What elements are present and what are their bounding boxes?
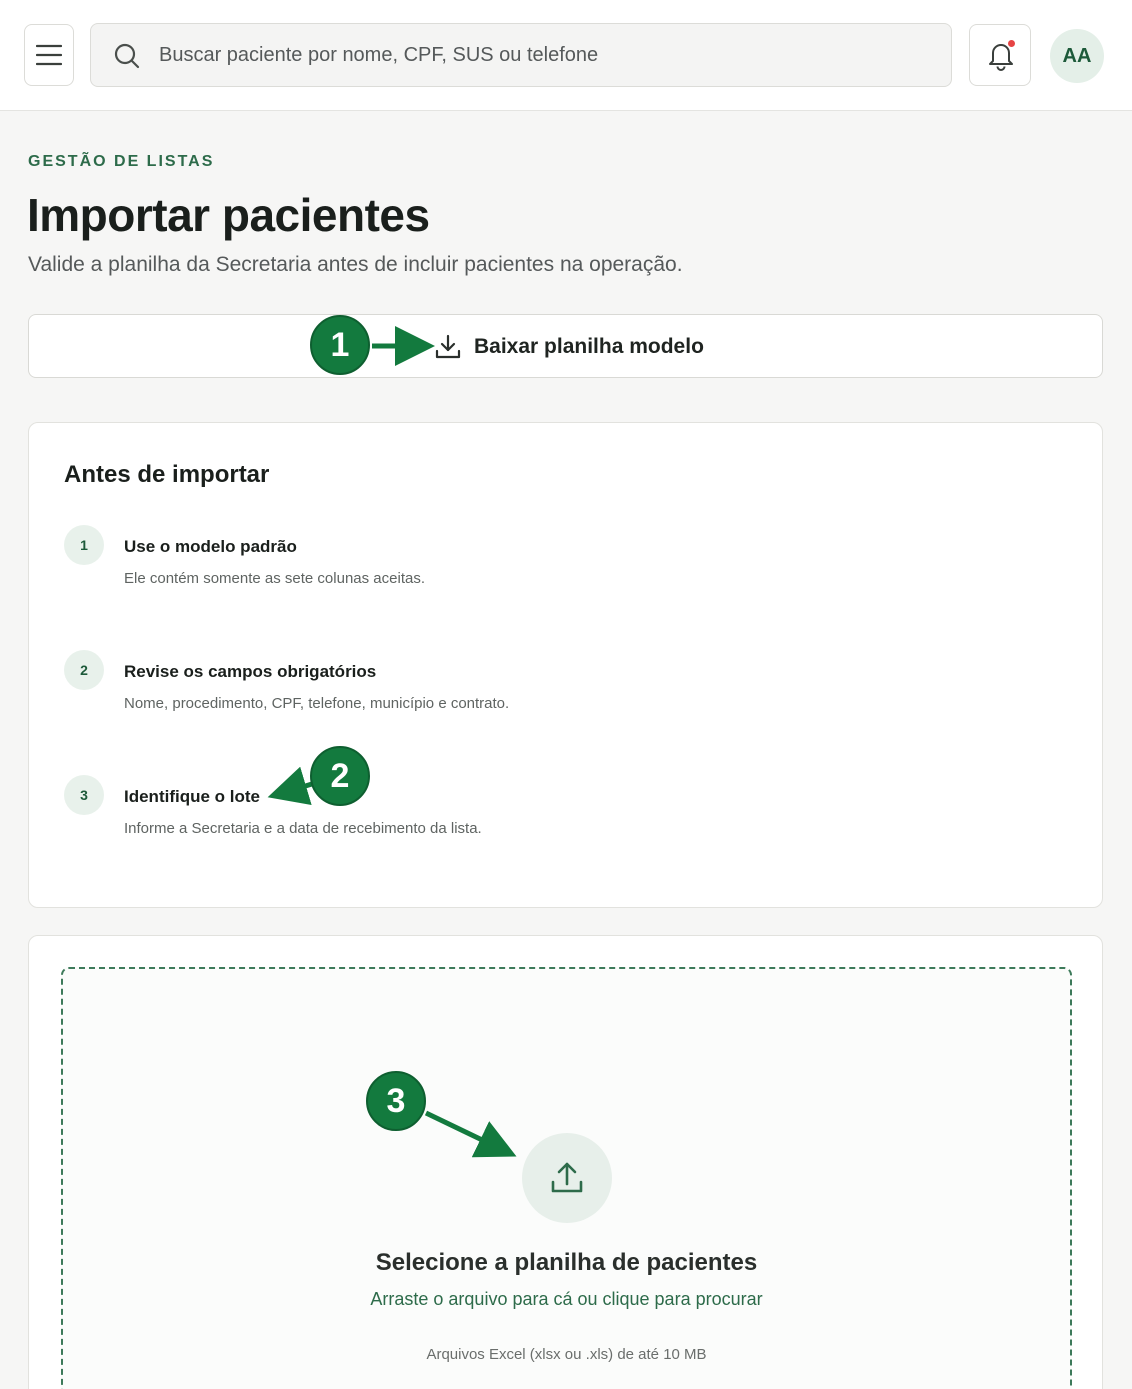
step-title: Identifique o lote bbox=[124, 787, 260, 806]
download-icon bbox=[435, 334, 461, 359]
annotation-badge-1: 1 bbox=[310, 315, 370, 375]
step-description: Informe a Secretaria e a data de recebim… bbox=[124, 820, 482, 837]
annotation-badge-2: 2 bbox=[310, 746, 370, 806]
upload-icon bbox=[551, 1162, 583, 1193]
step-number: 2 bbox=[64, 650, 104, 690]
step-description: Nome, procedimento, CPF, telefone, munic… bbox=[124, 695, 510, 712]
step-number: 1 bbox=[64, 525, 104, 565]
before-import-title: Antes de importar bbox=[64, 461, 270, 488]
before-import-card: Antes de importar 1 Use o modelo padrão … bbox=[28, 422, 1103, 908]
download-template-button[interactable]: Baixar planilha modelo bbox=[28, 314, 1103, 378]
upload-hint: Arquivos Excel (xlsx ou .xls) de até 10 … bbox=[426, 1346, 707, 1363]
step-item: 2 Revise os campos obrigatórios Nome, pr… bbox=[64, 650, 1064, 720]
upload-button[interactable] bbox=[522, 1133, 612, 1223]
page-title: Importar pacientes bbox=[27, 189, 430, 241]
annotation-badge-3: 3 bbox=[366, 1071, 426, 1131]
upload-title: Selecione a planilha de pacientes bbox=[375, 1249, 758, 1276]
notifications-button[interactable] bbox=[969, 24, 1031, 86]
browse-files-link[interactable]: Arraste o arquivo para cá ou clique para… bbox=[63, 1289, 1070, 1310]
search-box[interactable] bbox=[90, 23, 952, 87]
notification-dot bbox=[1008, 40, 1015, 47]
step-title: Revise os campos obrigatórios bbox=[124, 662, 377, 681]
step-item: 3 Identifique o lote Informe a Secretari… bbox=[64, 775, 1064, 845]
download-template-label: Baixar planilha modelo bbox=[474, 335, 704, 358]
menu-button[interactable] bbox=[24, 24, 74, 86]
user-avatar[interactable]: AA bbox=[1050, 29, 1104, 83]
search-input[interactable] bbox=[159, 24, 929, 86]
hamburger-menu-icon bbox=[36, 44, 62, 66]
upload-card: Selecione a planilha de pacientes Arrast… bbox=[28, 935, 1103, 1389]
section-eyebrow: GESTÃO DE LISTAS bbox=[28, 153, 215, 170]
step-description: Ele contém somente as sete colunas aceit… bbox=[124, 570, 425, 587]
search-icon bbox=[114, 43, 140, 69]
file-dropzone[interactable]: Selecione a planilha de pacientes Arrast… bbox=[61, 967, 1072, 1389]
page-subtitle: Valide a planilha da Secretaria antes de… bbox=[28, 253, 683, 276]
step-item: 1 Use o modelo padrão Ele contém somente… bbox=[64, 525, 1064, 595]
top-bar: AA bbox=[0, 0, 1132, 111]
step-number: 3 bbox=[64, 775, 104, 815]
step-title: Use o modelo padrão bbox=[124, 537, 297, 556]
